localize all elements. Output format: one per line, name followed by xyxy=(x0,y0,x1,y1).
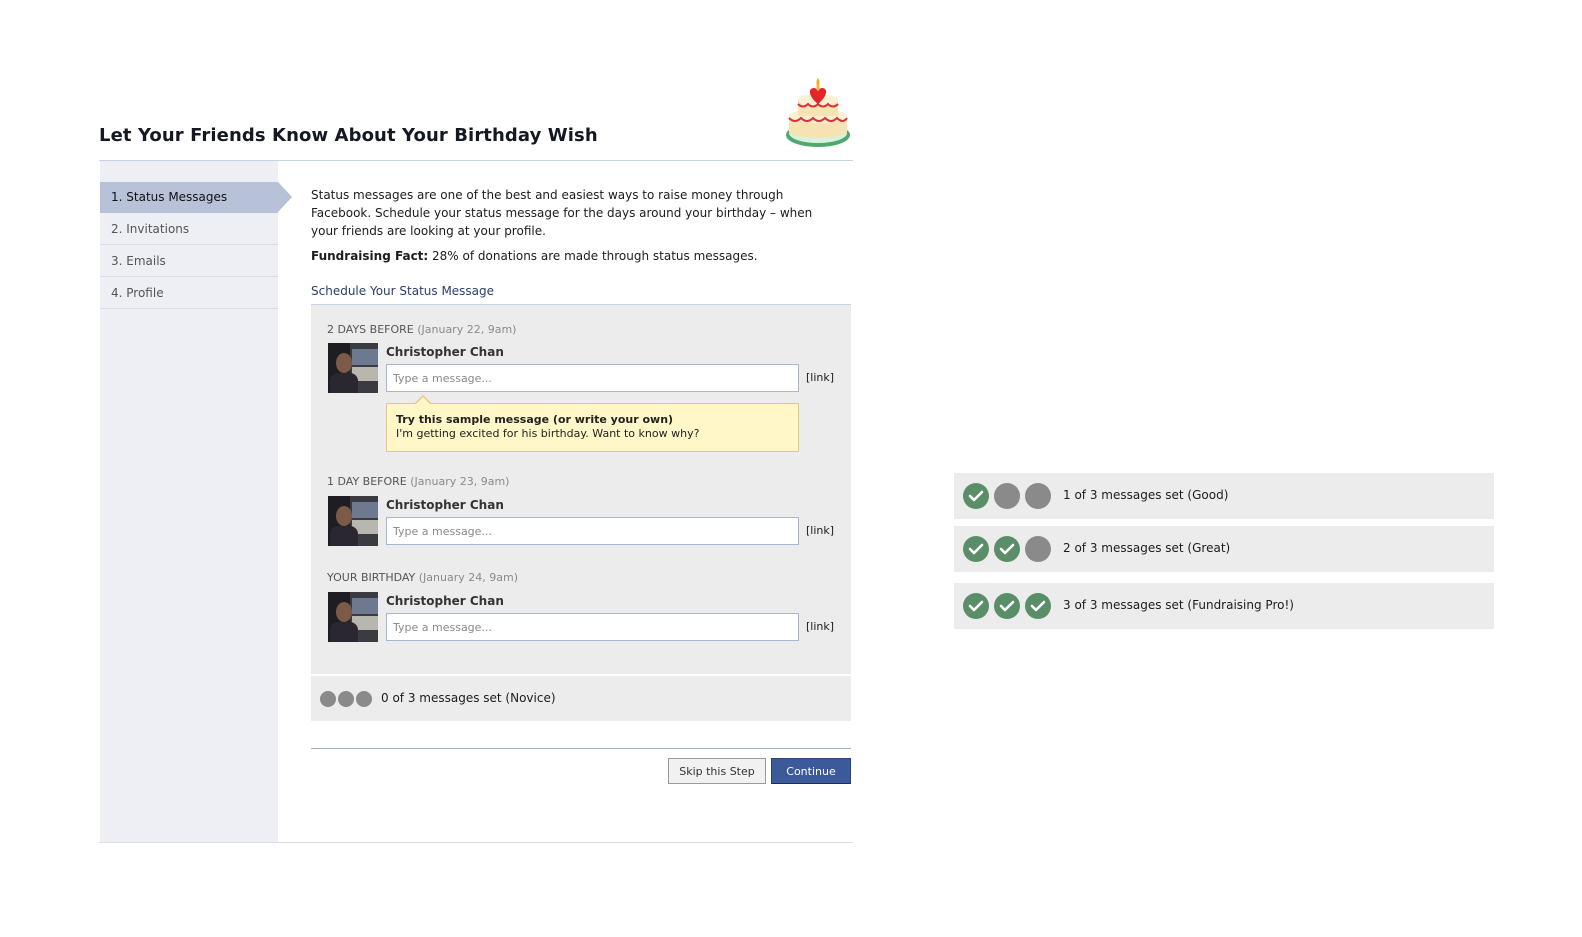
progress-state-text: 3 of 3 messages set (Fundraising Pro!) xyxy=(1063,598,1294,612)
sidebar-item-emails[interactable]: 3. Emails xyxy=(100,245,278,277)
checkmark-icon xyxy=(963,483,989,509)
skip-step-button[interactable]: Skip this Step xyxy=(668,758,766,784)
fact-text: 28% of donations are made through status… xyxy=(428,249,758,263)
schedule-panel: 2 DAYS BEFORE (January 22, 9am) Christop… xyxy=(311,305,851,674)
day-name: YOUR BIRTHDAY xyxy=(327,571,416,584)
avatar xyxy=(328,592,378,642)
progress-state-pro: 3 of 3 messages set (Fundraising Pro!) xyxy=(954,583,1494,629)
progress-dot-empty xyxy=(1025,536,1051,562)
sidebar-item-label: 2. Invitations xyxy=(111,222,190,236)
sidebar-item-status-messages[interactable]: 1. Status Messages xyxy=(100,182,292,213)
intro-text: Status messages are one of the best and … xyxy=(311,188,813,238)
action-divider xyxy=(311,748,851,749)
attach-link-button[interactable]: [link] xyxy=(806,524,834,537)
sample-text: I'm getting excited for his birthday. Wa… xyxy=(396,427,700,440)
sidebar: 1. Status Messages 2. Invitations 3. Ema… xyxy=(100,161,292,843)
progress-dot-empty xyxy=(338,691,354,707)
schedule-title: Schedule Your Status Message xyxy=(311,284,495,298)
progress-text: 0 of 3 messages set (Novice) xyxy=(381,691,556,705)
progress-state-text: 2 of 3 messages set (Great) xyxy=(1063,541,1231,555)
sidebar-item-label: 4. Profile xyxy=(111,286,164,300)
message-input-2-days-before[interactable] xyxy=(386,364,799,392)
day-name: 2 DAYS BEFORE xyxy=(327,323,414,336)
message-input-your-birthday[interactable] xyxy=(386,613,799,641)
poster-name: Christopher Chan xyxy=(386,498,504,512)
fact-label: Fundraising Fact: xyxy=(311,249,429,263)
birthday-cake-icon xyxy=(783,78,853,152)
day-date: (January 23, 9am) xyxy=(410,475,510,488)
attach-link-button[interactable]: [link] xyxy=(806,371,834,384)
progress-panel: 0 of 3 messages set (Novice) xyxy=(311,676,851,721)
continue-button[interactable]: Continue xyxy=(771,758,851,784)
progress-state-great: 2 of 3 messages set (Great) xyxy=(954,526,1494,572)
progress-dot-empty xyxy=(320,691,336,707)
day-label: 2 DAYS BEFORE (January 22, 9am) xyxy=(327,323,516,336)
progress-dot-empty xyxy=(994,483,1020,509)
poster-name: Christopher Chan xyxy=(386,345,504,359)
sidebar-item-label: 1. Status Messages xyxy=(111,190,228,204)
active-arrow xyxy=(278,182,292,212)
sample-message-tooltip[interactable]: Try this sample message (or write your o… xyxy=(386,395,799,452)
footer-divider xyxy=(99,842,853,843)
sidebar-item-profile[interactable]: 4. Profile xyxy=(100,277,278,309)
day-name: 1 DAY BEFORE xyxy=(327,475,407,488)
attach-link-button[interactable]: [link] xyxy=(806,620,834,633)
progress-dot-empty xyxy=(1025,483,1051,509)
sidebar-item-invitations[interactable]: 2. Invitations xyxy=(100,213,278,245)
avatar xyxy=(328,496,378,546)
day-date: (January 22, 9am) xyxy=(417,323,517,336)
day-date: (January 24, 9am) xyxy=(418,571,518,584)
progress-dot-empty xyxy=(356,691,372,707)
message-input-1-day-before[interactable] xyxy=(386,517,799,545)
progress-state-text: 1 of 3 messages set (Good) xyxy=(1063,488,1229,502)
checkmark-icon xyxy=(994,536,1020,562)
checkmark-icon xyxy=(963,593,989,619)
sample-title: Try this sample message (or write your o… xyxy=(396,413,674,426)
day-label: 1 DAY BEFORE (January 23, 9am) xyxy=(327,475,509,488)
poster-name: Christopher Chan xyxy=(386,594,504,608)
day-label: YOUR BIRTHDAY (January 24, 9am) xyxy=(327,571,518,584)
tooltip-pointer-fill xyxy=(415,397,431,405)
page-title: Let Your Friends Know About Your Birthda… xyxy=(99,125,598,146)
checkmark-icon xyxy=(1025,593,1051,619)
sidebar-item-label: 3. Emails xyxy=(111,254,166,268)
checkmark-icon xyxy=(963,536,989,562)
checkmark-icon xyxy=(994,593,1020,619)
fundraising-fact: Fundraising Fact: 28% of donations are m… xyxy=(311,249,758,263)
progress-state-good: 1 of 3 messages set (Good) xyxy=(954,473,1494,519)
avatar xyxy=(328,343,378,393)
